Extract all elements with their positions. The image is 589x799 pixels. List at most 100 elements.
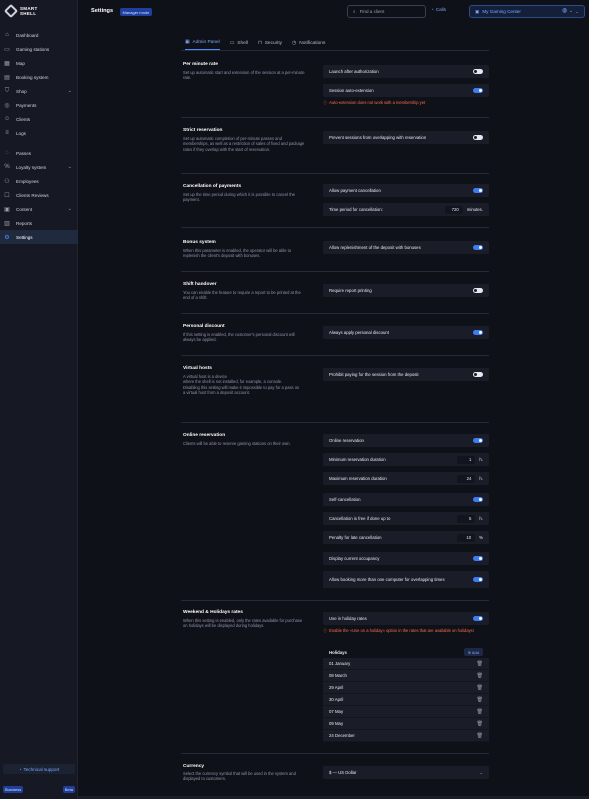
self-cancellation-toggle[interactable] (473, 497, 483, 502)
display-occupancy-toggle[interactable] (473, 556, 483, 561)
cancellation-period-row: Time period for cancellation: 720 minutes. (323, 203, 489, 216)
home-icon: ⌂ (5, 32, 9, 38)
logo[interactable]: SMART SHELL (3, 3, 38, 19)
online-reservation-row: Online reservation (323, 434, 489, 447)
trash-icon[interactable]: 🗑 (477, 697, 483, 703)
require-report-printing-toggle[interactable] (473, 288, 483, 293)
max-duration-input[interactable]: 24 (457, 474, 476, 483)
prevent-overlap-toggle[interactable] (473, 135, 483, 140)
allow-payment-cancellation-toggle[interactable] (473, 188, 483, 193)
use-holiday-rates-toggle[interactable] (473, 616, 483, 621)
bell-icon: ◷ (292, 40, 297, 46)
always-apply-discount-row: Always apply personal discount (323, 326, 489, 339)
sidebar-item-employees[interactable]: ⚇ Employees (0, 174, 78, 188)
self-cancellation-row: Self-cancellation (323, 493, 489, 506)
cancellation-period-input[interactable]: 720 (444, 205, 463, 214)
session-auto-extension-row: Session auto-extension (323, 84, 489, 97)
holidays-header: Holidays ⊕ Add (323, 646, 489, 658)
user-circle-icon: ◍ (562, 8, 568, 14)
launch-after-authorization-toggle[interactable] (473, 69, 483, 74)
sidebar-item-label: Map (16, 60, 25, 66)
add-holiday-button[interactable]: ⊕ Add (463, 648, 483, 656)
client-search-input[interactable]: ⌕ Find a client (347, 5, 426, 18)
sidebar-item-dashboard[interactable]: ⌂ Dashboard (0, 28, 78, 42)
sidebar-item-shop[interactable]: ⛉ Shop ⌄ (0, 84, 78, 98)
holiday-row: 30 April 🗑 (323, 694, 489, 706)
trash-icon[interactable]: 🗑 (477, 673, 483, 679)
sidebar-item-clients[interactable]: ☺ Clients (0, 112, 78, 126)
min-duration-row: Minimum reservation duration 1 h. (323, 453, 489, 466)
sidebar-item-booking-system[interactable]: ▤ Booking system (0, 70, 78, 84)
sidebar-item-label: Logs (16, 130, 26, 136)
tab-security[interactable]: ⊓ Security (258, 40, 282, 50)
panel-icon: ▣ (185, 40, 190, 45)
free-cancellation-input[interactable]: 5 (457, 514, 476, 523)
holiday-row: 09 May 🗑 (323, 718, 489, 730)
section-description: Clients will be able to reserve gaming s… (183, 441, 291, 446)
user-menu-button[interactable]: ◍ ⌄ (562, 7, 573, 14)
holiday-row: 29 April 🗑 (323, 682, 489, 694)
manager-mode-badge[interactable]: Manager mode (120, 8, 152, 16)
lock-icon: ⊓ (257, 40, 262, 46)
chart-icon: ▥ (4, 220, 10, 227)
booking-more-toggle[interactable] (473, 577, 483, 582)
sidebar-item-label: Content (16, 206, 33, 212)
prevent-overlap-row: Prevent sessions from overlapping with r… (323, 131, 489, 144)
section-description: Set up automatic completion of per-minut… (183, 136, 305, 152)
sidebar-item-label: Shop (16, 88, 27, 94)
warning-icon: ⓘ (323, 100, 328, 105)
sidebar-item-passes[interactable]: ◌ Passes (0, 146, 78, 160)
list-icon: ≡ (5, 130, 9, 136)
sidebar-item-payments[interactable]: ◎ Payments (0, 98, 78, 112)
trash-icon[interactable]: 🗑 (477, 721, 483, 727)
prohibit-deposit-payment-row: Prohibit paying for the session from the… (323, 368, 489, 381)
late-penalty-input[interactable]: 10 (457, 533, 476, 542)
holiday-rates-warning: ⓘ Enable the «Use on a holiday» option in… (323, 628, 474, 633)
sidebar-item-content[interactable]: ▣ Content ⌄ (0, 202, 78, 216)
cart-icon: ⛉ (4, 87, 10, 94)
beta-badge[interactable]: Beta (62, 786, 75, 793)
max-duration-row: Maximum reservation duration 24 h. (323, 472, 489, 485)
sidebar-item-loyalty-system[interactable]: % Loyalty system ⌄ (0, 160, 78, 174)
tab-shell[interactable]: ▭ Shell (230, 40, 248, 50)
tab-notifications[interactable]: ◷ Notifications (292, 40, 325, 50)
sidebar-item-logs[interactable]: ≡ Logs (0, 126, 78, 140)
sidebar-item-reports[interactable]: ▥ Reports (0, 216, 78, 230)
section-description: You can enable the feature to require a … (183, 290, 301, 301)
online-reservation-toggle[interactable] (473, 438, 483, 443)
monitor-icon: ▭ (229, 40, 235, 46)
min-duration-input[interactable]: 1 (457, 455, 476, 464)
calls-button[interactable]: ◔ Calls (431, 7, 446, 12)
sidebar-item-label: Settings (16, 234, 33, 240)
chevron-down-icon: ⌄ (67, 206, 72, 212)
always-apply-discount-toggle[interactable] (473, 330, 483, 335)
coin-icon: ◎ (4, 102, 10, 109)
sidebar-item-gaming-stations[interactable]: ▭ Gaming stations (0, 42, 78, 56)
section-description: Select the currency symbol that will be … (183, 771, 296, 782)
currency-select[interactable]: $ — US Dollar ⌄ (323, 766, 489, 779)
allow-bonus-replenishment-toggle[interactable] (473, 245, 483, 250)
technical-support-button[interactable]: ◔ Technical support (3, 764, 75, 774)
section-description: A virtual host is a device where the shel… (183, 374, 300, 396)
prohibit-deposit-payment-toggle[interactable] (473, 372, 483, 377)
warning-icon: ⓘ (323, 628, 328, 633)
plan-badge: Business (3, 786, 24, 793)
session-auto-extension-toggle[interactable] (473, 88, 483, 93)
trash-icon[interactable]: 🗑 (477, 709, 483, 715)
team-icon: ⚇ (4, 178, 10, 185)
calendar-icon: ▤ (4, 74, 10, 81)
allow-bonus-replenishment-row: Allow replenishment of the deposit with … (323, 241, 489, 254)
trash-icon[interactable]: 🗑 (477, 661, 483, 667)
settings-tabs: ▣ Admin Panel ▭ Shell ⊓ Security ◷ Notificat… (185, 40, 325, 50)
chevron-down-icon: ⌄ (67, 164, 72, 170)
trash-icon[interactable]: 🗑 (477, 733, 483, 739)
tab-admin-panel[interactable]: ▣ Admin Panel (185, 40, 220, 50)
booking-more-row: Allow booking more than one computer for… (323, 571, 489, 588)
sidebar: SMART SHELL ⌂ Dashboard ▭ Gaming stations ▦… (0, 0, 78, 799)
sidebar-item-clients-reviews[interactable]: ☐ Clients Reviews (0, 188, 78, 202)
sidebar-item-label: Passes (16, 150, 32, 156)
free-cancellation-row: Cancellation is free if done up to 5 h. (323, 512, 489, 525)
trash-icon[interactable]: 🗑 (477, 685, 483, 691)
sidebar-item-settings[interactable]: ⚙ Settings (0, 230, 78, 244)
sidebar-item-map[interactable]: ▦ Map (0, 56, 78, 70)
